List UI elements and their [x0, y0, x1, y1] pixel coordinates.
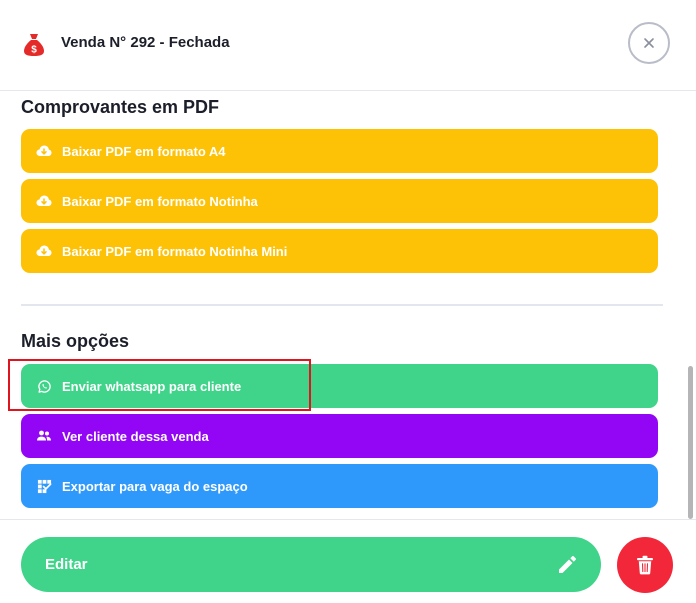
export-space-button[interactable]: Exportar para vaga do espaço	[21, 464, 658, 508]
svg-text:$: $	[31, 45, 37, 56]
download-pdf-a4-button[interactable]: Baixar PDF em formato A4	[21, 129, 658, 173]
cloud-download-icon	[36, 193, 52, 209]
button-label: Baixar PDF em formato Notinha	[62, 193, 258, 209]
cloud-download-icon	[36, 243, 52, 259]
button-label: Baixar PDF em formato Notinha Mini	[62, 243, 288, 259]
whatsapp-icon	[36, 378, 52, 394]
sale-title: Venda N° 292 - Fechada	[61, 34, 230, 51]
cloud-download-icon	[36, 143, 52, 159]
close-icon	[644, 38, 654, 48]
close-button[interactable]	[628, 22, 670, 64]
button-label: Baixar PDF em formato A4	[62, 143, 226, 159]
more-options-title: Mais opções	[21, 331, 130, 351]
scrollbar-thumb[interactable]	[688, 366, 693, 519]
pdf-section-title: Comprovantes em PDF	[21, 97, 220, 117]
download-pdf-notinha-button[interactable]: Baixar PDF em formato Notinha	[21, 179, 658, 223]
button-label: Enviar whatsapp para cliente	[62, 378, 242, 394]
money-bag-icon: $	[24, 34, 44, 56]
trash-icon	[637, 555, 653, 575]
section-divider	[21, 304, 663, 306]
send-whatsapp-button[interactable]: Enviar whatsapp para cliente	[21, 364, 658, 408]
users-icon	[36, 428, 52, 444]
button-label: Ver cliente dessa venda	[62, 428, 209, 444]
button-label: Exportar para vaga do espaço	[62, 478, 248, 494]
calendar-check-icon	[36, 478, 52, 494]
edit-label: Editar	[45, 556, 88, 573]
pencil-icon	[559, 556, 576, 573]
delete-button[interactable]	[617, 537, 673, 593]
modal-header: $ Venda N° 292 - Fechada	[0, 0, 696, 91]
view-customer-button[interactable]: Ver cliente dessa venda	[21, 414, 658, 458]
modal-footer: Editar	[0, 519, 696, 603]
download-pdf-notinha-mini-button[interactable]: Baixar PDF em formato Notinha Mini	[21, 229, 658, 273]
modal-content[interactable]: Comprovantes em PDF Baixar PDF em format…	[0, 91, 696, 519]
edit-button[interactable]: Editar	[21, 537, 601, 592]
